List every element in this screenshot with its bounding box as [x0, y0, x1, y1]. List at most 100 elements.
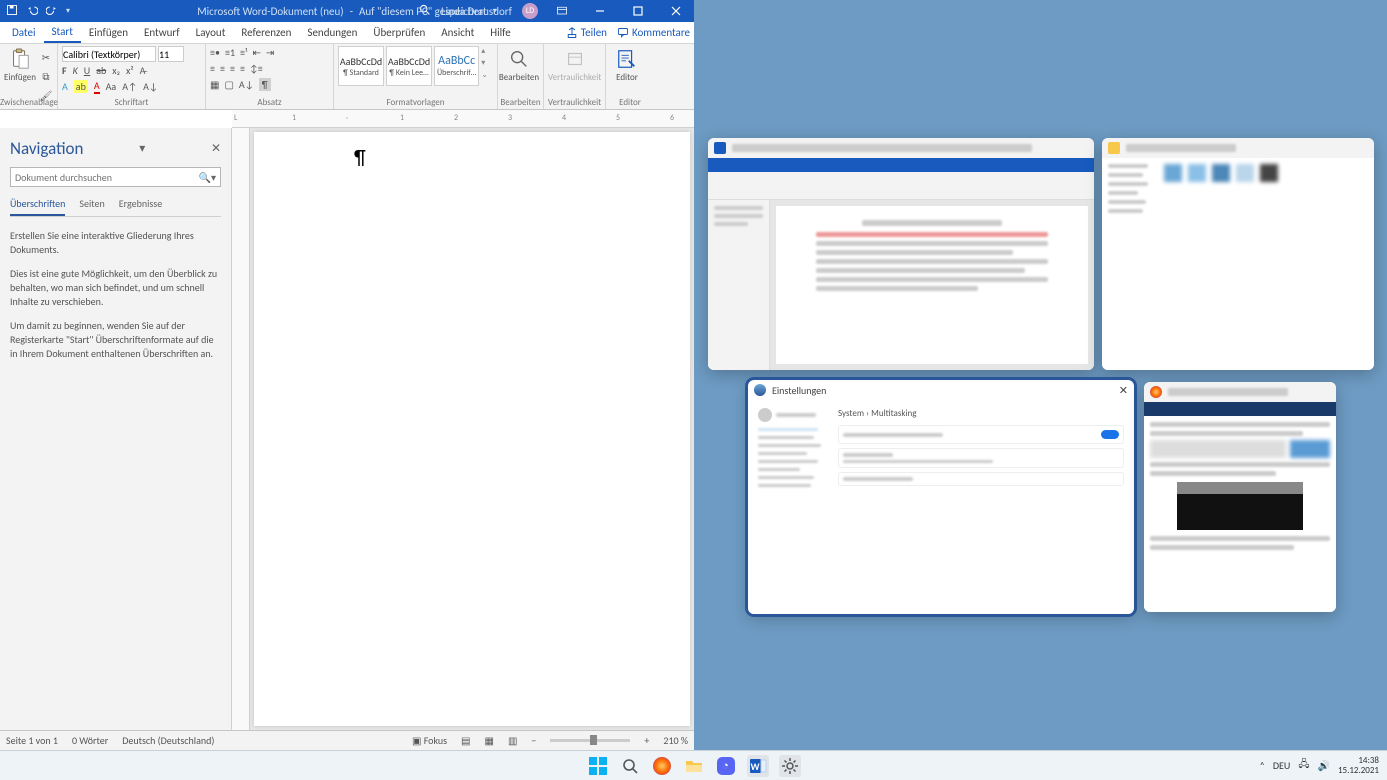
document-area[interactable]: ¶ — [232, 128, 694, 730]
tab-ueberpruefen[interactable]: Überprüfen — [365, 23, 433, 42]
align-right-icon[interactable]: ≡ — [230, 62, 235, 75]
taskbar-settings-icon[interactable] — [779, 755, 801, 777]
bullets-icon[interactable]: ≡• — [210, 46, 220, 59]
align-justify-icon[interactable]: ≡ — [240, 62, 245, 75]
bearbeiten-button[interactable]: Bearbeiten — [502, 46, 536, 83]
show-marks-icon[interactable]: ¶ — [259, 78, 271, 91]
nav-search-box[interactable]: 🔍▾ — [10, 167, 221, 187]
font-color-icon[interactable]: A — [94, 79, 100, 94]
zoom-level[interactable]: 210 % — [663, 734, 688, 747]
tray-network-icon[interactable]: 🖧 — [1298, 757, 1309, 774]
editor-button[interactable]: Editor — [610, 46, 644, 83]
style-ueberschrift[interactable]: AaBbCc Überschrif… — [434, 46, 479, 86]
tab-hilfe[interactable]: Hilfe — [482, 23, 518, 42]
tab-datei[interactable]: Datei — [4, 23, 44, 42]
snap-close-icon[interactable]: ✕ — [1119, 384, 1128, 397]
taskbar-word-icon[interactable]: W — [747, 755, 769, 777]
zoom-slider[interactable] — [550, 739, 630, 742]
view-web-icon[interactable]: ▥ — [508, 734, 517, 747]
tab-sendungen[interactable]: Sendungen — [299, 23, 365, 42]
kommentare-button[interactable]: Kommentare — [617, 26, 690, 39]
snap-thumb-word[interactable] — [708, 138, 1094, 370]
align-left-icon[interactable]: ≡ — [210, 62, 215, 75]
zoom-in-button[interactable]: + — [644, 734, 649, 747]
tab-start[interactable]: Start — [44, 22, 81, 43]
tray-chevron-icon[interactable]: ˄ — [1260, 759, 1265, 772]
text-effect-icon[interactable]: A — [62, 80, 68, 93]
clear-format-icon[interactable]: A̶ — [140, 64, 146, 77]
tab-layout[interactable]: Layout — [188, 23, 234, 42]
font-name-input[interactable] — [62, 46, 156, 62]
nav-search-input[interactable] — [15, 171, 199, 184]
style-standard[interactable]: AaBbCcDd ¶ Standard — [338, 46, 384, 86]
tray-language[interactable]: DEU — [1273, 759, 1290, 772]
style-kein-leerraum[interactable]: AaBbCcDd ¶ Kein Lee… — [386, 46, 432, 86]
taskbar-search-icon[interactable] — [619, 755, 641, 777]
tray-clock[interactable]: 14:38 15.12.2021 — [1338, 756, 1379, 776]
undo-icon[interactable] — [26, 4, 38, 19]
bold-button[interactable]: F — [62, 64, 67, 77]
styles-down-icon[interactable]: ▾ — [481, 58, 493, 68]
tab-ansicht[interactable]: Ansicht — [433, 23, 482, 42]
snap-thumb-explorer[interactable] — [1102, 138, 1374, 370]
taskbar-discord-icon[interactable]: ◔ — [715, 755, 737, 777]
redo-icon[interactable] — [46, 4, 58, 19]
strike-button[interactable]: ab — [96, 64, 106, 77]
zoom-out-button[interactable]: − — [531, 734, 536, 747]
line-spacing-icon[interactable]: ↕≡ — [250, 62, 263, 75]
font-size-input[interactable] — [158, 46, 184, 62]
cut-icon[interactable]: ✂ — [38, 49, 54, 65]
save-icon[interactable] — [6, 4, 18, 19]
taskbar-firefox-icon[interactable] — [651, 755, 673, 777]
paste-button[interactable]: Einfügen — [4, 46, 36, 83]
nav-close-icon[interactable]: ✕ — [211, 141, 221, 156]
multilevel-icon[interactable]: ≡¹ — [240, 46, 247, 59]
title-dropdown-icon[interactable]: ▾ — [493, 6, 497, 16]
italic-button[interactable]: K — [73, 64, 78, 77]
start-button[interactable] — [587, 755, 609, 777]
subscript-button[interactable]: x₂ — [112, 64, 120, 77]
shrink-font-icon[interactable]: A↓ — [143, 80, 158, 93]
nav-tab-ueberschriften[interactable]: Überschriften — [10, 197, 65, 216]
styles-more-icon[interactable]: ⌄ — [481, 70, 493, 80]
teilen-button[interactable]: Teilen — [566, 26, 607, 39]
underline-button[interactable]: U — [84, 64, 90, 77]
search-icon[interactable]: 🔍▾ — [199, 171, 216, 184]
status-lang[interactable]: Deutsch (Deutschland) — [122, 734, 214, 747]
tray-volume-icon[interactable]: 🔊 — [1318, 759, 1330, 772]
tab-einfuegen[interactable]: Einfügen — [81, 23, 136, 42]
highlight-icon[interactable]: ab — [74, 80, 88, 93]
snap-thumb-settings[interactable]: Einstellungen ✕ — [748, 380, 1134, 614]
qat-dropdown-icon[interactable]: ▾ — [66, 6, 70, 16]
view-read-icon[interactable]: ▤ — [461, 734, 470, 747]
superscript-button[interactable]: x² — [126, 64, 134, 77]
sort-icon[interactable]: A↓ — [239, 78, 254, 91]
maximize-button[interactable] — [624, 0, 652, 22]
horizontal-ruler[interactable]: L 1 · 1 2 3 4 5 6 — [232, 110, 694, 128]
copy-icon[interactable]: ⧉ — [38, 68, 54, 84]
status-page[interactable]: Seite 1 von 1 — [6, 734, 58, 747]
styles-up-icon[interactable]: ▴ — [481, 46, 493, 56]
grow-font-icon[interactable]: A↑ — [122, 80, 137, 93]
tab-entwurf[interactable]: Entwurf — [136, 23, 188, 42]
close-button[interactable] — [662, 0, 690, 22]
page[interactable]: ¶ — [254, 132, 690, 726]
change-case-icon[interactable]: Aa — [106, 80, 117, 93]
nav-tab-ergebnisse[interactable]: Ergebnisse — [119, 197, 162, 216]
outdent-icon[interactable]: ⇤ — [252, 46, 260, 59]
snap-thumb-firefox[interactable] — [1144, 382, 1336, 612]
align-center-icon[interactable]: ≡ — [220, 62, 225, 75]
taskbar-explorer-icon[interactable] — [683, 755, 705, 777]
status-words[interactable]: 0 Wörter — [72, 734, 108, 747]
ribbon-display-icon[interactable] — [548, 0, 576, 22]
indent-icon[interactable]: ⇥ — [266, 46, 274, 59]
shading-icon[interactable]: ▦ — [210, 78, 219, 91]
tab-referenzen[interactable]: Referenzen — [233, 23, 299, 42]
vertraulichkeit-button[interactable]: Vertraulichkeit — [548, 46, 601, 83]
numbering-icon[interactable]: ≡1 — [225, 46, 235, 59]
focus-mode-button[interactable]: ▣ Fokus — [412, 734, 447, 747]
nav-dropdown-icon[interactable]: ▾ — [139, 141, 145, 156]
view-print-icon[interactable]: ▦ — [485, 734, 494, 747]
nav-tab-seiten[interactable]: Seiten — [79, 197, 104, 216]
user-avatar[interactable]: LD — [522, 3, 538, 19]
